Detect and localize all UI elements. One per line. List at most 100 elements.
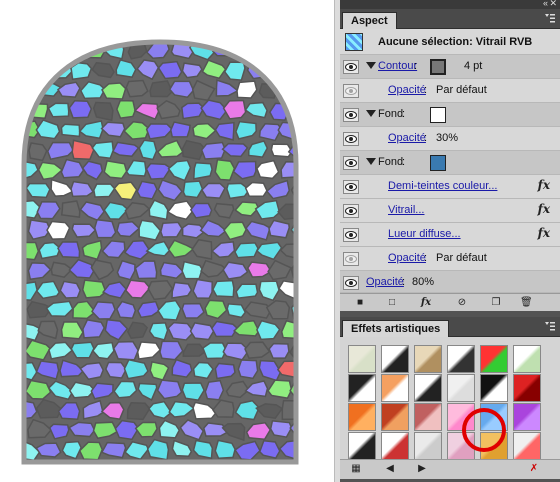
effect-row-color-halftone[interactable]: Demi-teintes couleur... fx [340, 175, 560, 199]
appearance-row-fill[interactable]: Fond : [340, 151, 560, 175]
graphic-style-swatch[interactable] [513, 432, 541, 460]
glass-tile [181, 139, 206, 161]
fill-swatch-white[interactable] [430, 107, 446, 123]
glass-tile [59, 280, 82, 299]
graphic-style-swatch[interactable] [381, 345, 409, 373]
glass-tile [192, 161, 213, 180]
stroke-swatch[interactable] [430, 59, 446, 75]
effect-row-diffuse-glow[interactable]: Lueur diffuse... fx [340, 223, 560, 247]
visibility-eye-icon[interactable] [343, 156, 359, 170]
glass-tile [268, 219, 291, 239]
opacity-label[interactable]: Opacité [388, 132, 426, 144]
effect-link[interactable]: Demi-teintes couleur... [388, 180, 497, 192]
effect-link[interactable]: Vitrail... [388, 204, 424, 216]
panel-menu-icon[interactable] [544, 13, 556, 24]
glass-tile [268, 342, 290, 359]
appearance-row-opacity[interactable]: Opacité : 30% [340, 127, 560, 151]
fill-label[interactable]: Fond [378, 156, 403, 168]
aspect-header: Aucune sélection: Vitrail RVB [340, 29, 560, 55]
glass-tile [116, 99, 136, 119]
effect-link[interactable]: Lueur diffuse... [388, 228, 461, 240]
graphic-style-swatch[interactable] [381, 374, 409, 402]
clear-appearance-icon[interactable]: ⊘ [456, 297, 468, 309]
graphic-style-swatch[interactable] [414, 432, 442, 460]
graphic-style-swatch[interactable] [480, 345, 508, 373]
opacity-label[interactable]: Opacité [366, 276, 404, 288]
stroke-label[interactable]: Contour [378, 60, 417, 72]
delete-item-icon[interactable]: 🗑 [520, 297, 533, 309]
fill-label[interactable]: Fond [378, 108, 403, 120]
opacity-label[interactable]: Opacité [388, 252, 426, 264]
glass-tile [156, 379, 183, 400]
glass-tile [226, 303, 247, 319]
disclosure-triangle-icon[interactable] [366, 110, 376, 117]
appearance-row-opacity[interactable]: Opacité : Par défaut [340, 247, 560, 271]
panels-dock: « ✕ Aspect Aucune sélection: Vitrail RVB… [340, 0, 560, 482]
effect-row-stained-glass[interactable]: Vitrail... fx [340, 199, 560, 223]
graphic-style-swatch[interactable] [447, 345, 475, 373]
graphic-style-swatch[interactable] [513, 345, 541, 373]
visibility-eye-icon[interactable] [343, 60, 359, 74]
stroke-weight-value[interactable]: 4 pt [464, 60, 482, 72]
close-icon[interactable]: ✕ [549, 0, 557, 9]
glass-tile [112, 340, 140, 361]
graphic-style-swatch[interactable] [348, 345, 376, 373]
appearance-row-stroke[interactable]: Contour : 4 pt [340, 55, 560, 79]
fx-icon[interactable]: fx [538, 226, 550, 240]
tab-effets-artistiques[interactable]: Effets artistiques [342, 320, 450, 337]
glass-tile [182, 180, 204, 199]
visibility-eye-icon[interactable] [343, 84, 359, 98]
aspect-panel: Aucune sélection: Vitrail RVB Contour : … [340, 29, 560, 293]
next-library-icon[interactable]: ▶ [416, 463, 428, 475]
graphic-style-swatch[interactable] [447, 374, 475, 402]
graphic-style-swatch[interactable] [513, 374, 541, 402]
visibility-eye-icon[interactable] [343, 180, 359, 194]
graphic-style-swatch[interactable] [414, 345, 442, 373]
graphic-style-swatch[interactable] [381, 432, 409, 460]
appearance-row-opacity[interactable]: Opacité : Par défaut [340, 79, 560, 103]
fx-icon[interactable]: fx [538, 202, 550, 216]
graphic-style-swatch[interactable] [348, 403, 376, 431]
glass-tile [169, 121, 191, 138]
break-link-icon[interactable]: ✗ [528, 463, 540, 475]
graphic-style-swatch[interactable] [480, 374, 508, 402]
glass-tile [210, 320, 239, 338]
appearance-row-global-opacity[interactable]: Opacité : 80% [340, 271, 560, 293]
graphic-style-swatch[interactable] [414, 374, 442, 402]
visibility-eye-icon[interactable] [343, 132, 359, 146]
glass-tile [82, 319, 106, 339]
visibility-eye-icon[interactable] [343, 108, 359, 122]
add-effect-icon[interactable]: fx [420, 297, 432, 309]
stained-glass-window[interactable] [0, 0, 334, 482]
graphic-style-swatch[interactable] [381, 403, 409, 431]
collapse-icon[interactable]: « [543, 0, 548, 8]
glass-tile [189, 322, 215, 341]
appearance-row-fill[interactable]: Fond : [340, 103, 560, 127]
visibility-eye-icon[interactable] [343, 252, 359, 266]
panel-menu-icon[interactable] [544, 321, 556, 332]
glass-tile [281, 399, 296, 421]
glass-tile [160, 221, 183, 238]
add-fill-icon[interactable]: □ [386, 297, 398, 309]
graphic-style-swatch[interactable] [513, 403, 541, 431]
disclosure-triangle-icon[interactable] [366, 158, 376, 165]
visibility-eye-icon[interactable] [343, 276, 359, 290]
duplicate-item-icon[interactable]: ❐ [490, 297, 502, 309]
glass-tile [24, 241, 40, 261]
library-menu-icon[interactable]: ▦ [350, 463, 362, 475]
graphic-style-swatch[interactable] [348, 432, 376, 460]
opacity-value: 30% [436, 132, 459, 144]
opacity-label[interactable]: Opacité [388, 84, 426, 96]
fx-icon[interactable]: fx [538, 178, 550, 192]
visibility-eye-icon[interactable] [343, 204, 359, 218]
add-stroke-icon[interactable]: ■ [354, 297, 366, 309]
aspect-tabbar: Aspect [340, 9, 560, 29]
previous-library-icon[interactable]: ◀ [384, 463, 396, 475]
visibility-eye-icon[interactable] [343, 228, 359, 242]
artboard-canvas[interactable] [0, 0, 334, 482]
fill-swatch-blue[interactable] [430, 155, 446, 171]
disclosure-triangle-icon[interactable] [366, 62, 376, 69]
graphic-style-swatch[interactable] [414, 403, 442, 431]
graphic-style-swatch[interactable] [348, 374, 376, 402]
tab-aspect[interactable]: Aspect [342, 12, 397, 29]
